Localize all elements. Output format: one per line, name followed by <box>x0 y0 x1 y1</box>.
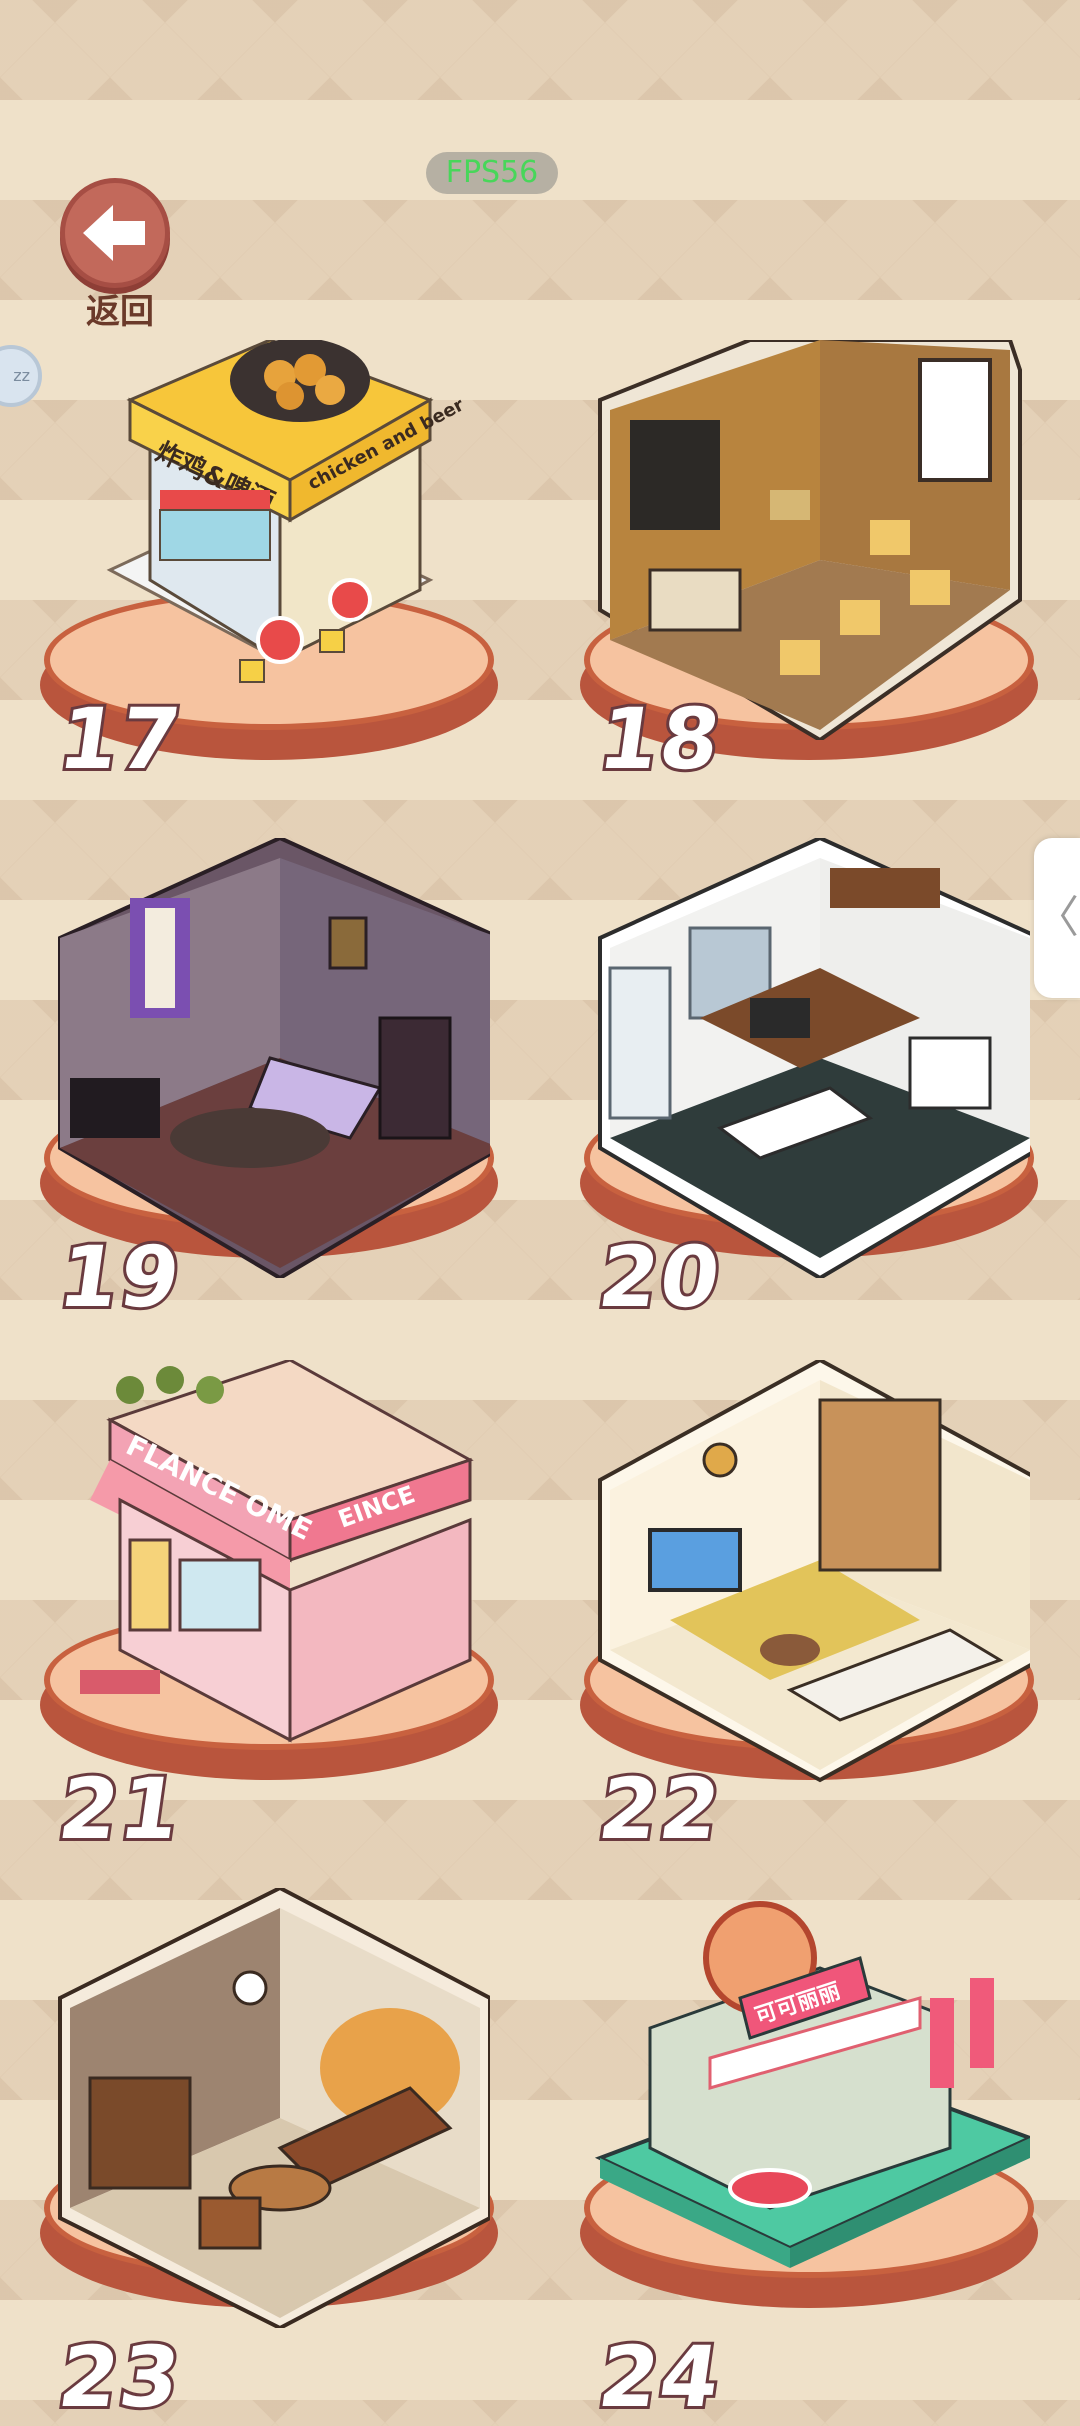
food-truck-illustration: 可可丽丽 <box>594 1901 1030 2268</box>
gothic-bedroom-illustration <box>58 838 490 1278</box>
side-drawer-tab[interactable]: 〈 <box>1034 838 1080 998</box>
cafe-illustration <box>598 340 1022 740</box>
back-label: 返回 <box>86 292 154 332</box>
level-number: 19 <box>50 1225 191 1329</box>
level-card-22[interactable]: 22 <box>580 1360 1040 1861</box>
side-bubble[interactable]: zz <box>0 345 42 407</box>
level-number: 21 <box>50 1757 191 1861</box>
chevron-left-icon: 〈 <box>1035 892 1079 943</box>
level-number: 18 <box>590 687 731 791</box>
flower-shop-illustration: FLANCE OME EINCE <box>80 1360 474 1743</box>
chicken-shop-illustration: 炸鸡&啤酒 chicken and beer <box>106 340 468 683</box>
level-number: 20 <box>590 1225 731 1329</box>
level-card-24[interactable]: 可可丽丽 24 <box>580 1888 1040 2426</box>
level-card-23[interactable]: 23 <box>40 1888 500 2426</box>
retro-lounge-illustration <box>58 1888 490 2328</box>
level-card-21[interactable]: FLANCE OME EINCE 21 <box>40 1360 500 1861</box>
level-number: 22 <box>590 1757 731 1861</box>
living-room-illustration <box>598 1360 1030 1783</box>
level-number: 24 <box>590 2325 731 2426</box>
level-card-18[interactable]: 18 <box>580 340 1040 791</box>
level-number: 17 <box>50 687 191 791</box>
level-card-19[interactable]: 19 <box>40 838 500 1329</box>
back-button[interactable] <box>60 178 170 288</box>
fps-counter: FPS56 <box>426 152 558 194</box>
level-card-20[interactable]: 20 <box>580 838 1040 1329</box>
back-arrow-icon <box>83 205 145 261</box>
kitchen-illustration <box>598 838 1030 1278</box>
level-number: 23 <box>50 2325 191 2426</box>
level-card-17[interactable]: 炸鸡&啤酒 chicken and beer 17 <box>40 340 500 791</box>
